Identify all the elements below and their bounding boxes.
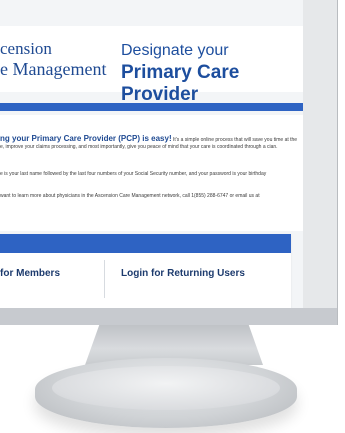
logo[interactable]: cension e Management — [0, 39, 106, 79]
login-card: for Members Login for Returning Users — [0, 234, 291, 308]
monitor-stand-base-top — [52, 366, 280, 410]
monitor-chin — [0, 308, 337, 325]
login-instructions: e is your last name followed by the last… — [0, 171, 267, 177]
header-accent-bar — [0, 103, 303, 111]
intro-lead: ng your Primary Care Provider (PCP) is e… — [0, 134, 172, 143]
page-title-line-1: Designate your — [121, 42, 229, 59]
logo-line-2: e Management — [0, 59, 107, 79]
page-title: Designate your Primary Care Provider — [121, 40, 303, 106]
site-header: cension e Management Designate your Prim… — [0, 26, 303, 105]
login-card-bar — [0, 234, 291, 253]
card-divider — [104, 260, 105, 298]
intro-paragraph: ng your Primary Care Provider (PCP) is e… — [0, 135, 300, 151]
new-members-login-link[interactable]: for Members — [0, 268, 60, 279]
returning-users-login-link[interactable]: Login for Returning Users — [121, 268, 245, 279]
page-title-line-2: Primary Care Provider — [121, 62, 240, 105]
contact-info: want to learn more about physicians in t… — [0, 193, 260, 199]
screen-edge — [303, 0, 337, 308]
logo-line-1: cension — [0, 39, 52, 58]
intro-section: ng your Primary Care Provider (PCP) is e… — [0, 115, 303, 231]
monitor-screen: cension e Management Designate your Prim… — [0, 0, 303, 308]
